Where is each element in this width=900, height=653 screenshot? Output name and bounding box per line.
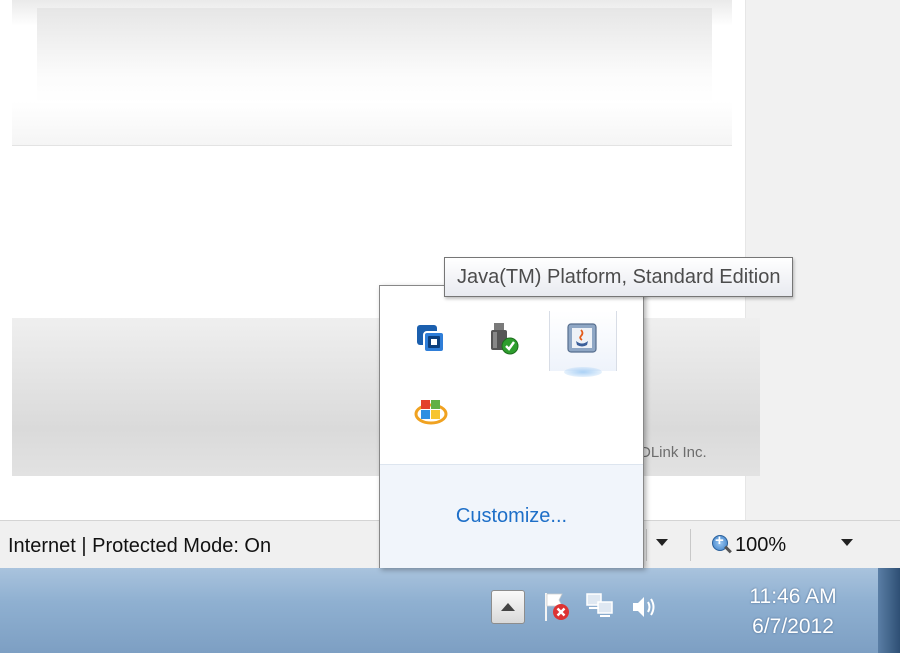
header-banner xyxy=(37,8,712,103)
notification-overflow-panel: Customize... xyxy=(379,285,644,568)
show-desktop-button[interactable] xyxy=(878,568,900,653)
zoom-dropdown-arrow-icon[interactable] xyxy=(841,539,853,546)
java-tooltip: Java(TM) Platform, Standard Edition xyxy=(444,257,794,297)
status-separator xyxy=(646,529,647,561)
status-separator xyxy=(690,529,691,561)
customize-link[interactable]: Customize... xyxy=(380,505,643,528)
header-panel xyxy=(12,0,732,146)
zoom-level: 100% xyxy=(735,533,787,556)
overflow-footer: Customize... xyxy=(380,464,643,568)
footer-copyright: DLink Inc. xyxy=(640,444,707,461)
dropdown-arrow-icon[interactable] xyxy=(656,539,668,546)
network-icon[interactable] xyxy=(584,590,616,624)
windows-live-icon[interactable] xyxy=(413,394,449,430)
chevron-up-icon xyxy=(501,603,515,611)
system-clock[interactable]: 11:46 AM 6/7/2012 xyxy=(718,582,868,642)
java-icon[interactable] xyxy=(564,321,600,357)
usb-safe-remove-icon[interactable] xyxy=(485,321,521,357)
zoom-control[interactable]: + 100% xyxy=(712,529,786,561)
security-zone-status[interactable]: Internet | Protected Mode: On xyxy=(8,535,271,558)
taskbar: 11:46 AM 6/7/2012 xyxy=(0,568,900,653)
volume-icon[interactable] xyxy=(628,590,660,624)
zoom-icon: + xyxy=(712,532,732,555)
clock-date: 6/7/2012 xyxy=(752,615,834,638)
action-center-flag-icon[interactable] xyxy=(540,590,572,624)
show-hidden-icons-button[interactable] xyxy=(491,590,525,624)
vmware-icon[interactable] xyxy=(413,321,449,357)
clock-time: 11:46 AM xyxy=(749,585,837,608)
